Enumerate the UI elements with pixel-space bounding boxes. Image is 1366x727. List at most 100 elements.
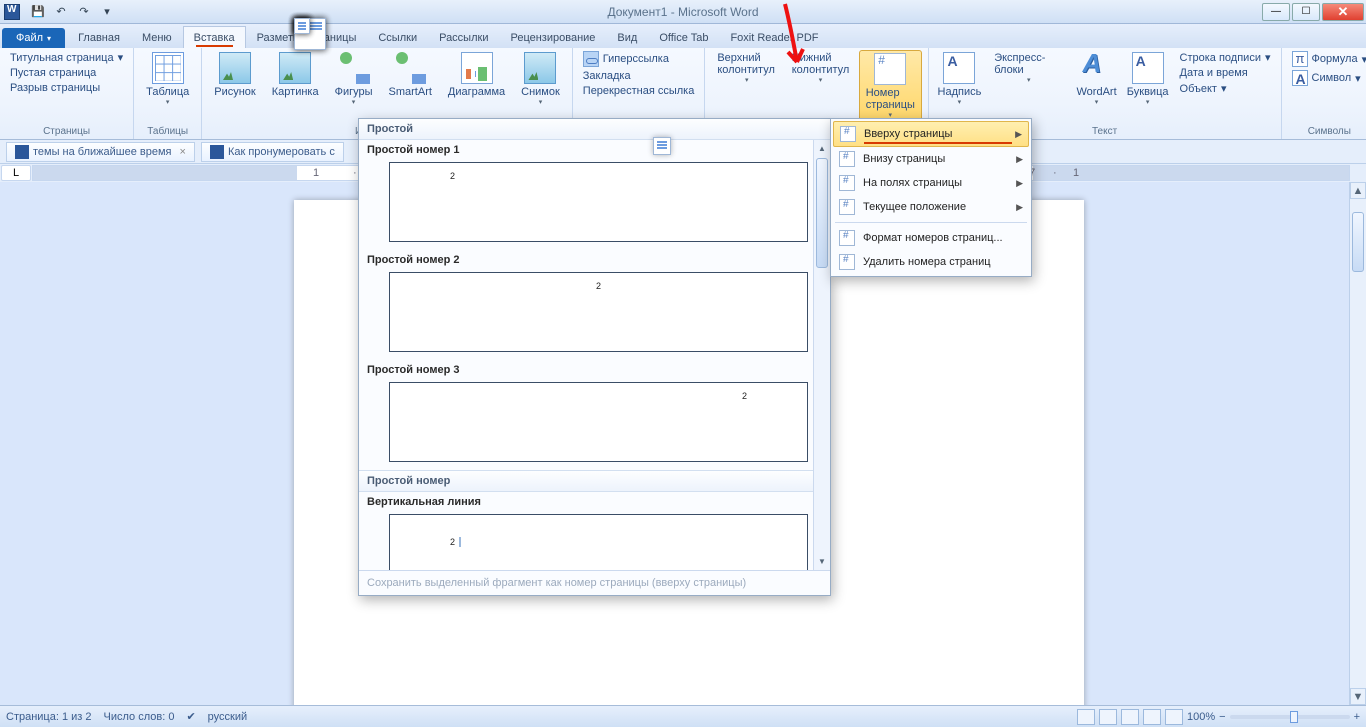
gallery-item-label: Простой номер 3 [359, 360, 830, 380]
equation-button[interactable]: Формула ▾ [1288, 50, 1366, 68]
group-pages-label: Страницы [6, 124, 127, 139]
hyperlink-button[interactable]: Гиперссылка [579, 50, 699, 68]
object-button[interactable]: Объект ▾ [1176, 81, 1275, 96]
clipart-button[interactable]: Картинка [266, 50, 325, 100]
picture-button[interactable]: Рисунок [208, 50, 262, 100]
tab-foxit[interactable]: Foxit Reader PDF [719, 26, 829, 48]
menu-top-of-page[interactable]: Вверху страницы▶ [833, 121, 1029, 147]
gallery-item-2[interactable]: 2 [389, 272, 808, 352]
datetime-button[interactable]: Дата и время [1176, 66, 1275, 80]
close-button[interactable]: ✕ [1322, 3, 1364, 21]
gallery-item-label: Вертикальная линия [359, 492, 830, 512]
tab-home[interactable]: Главная [67, 26, 131, 48]
view-print-layout-button[interactable] [1077, 709, 1095, 725]
scroll-up-icon[interactable]: ▲ [1350, 182, 1366, 199]
ruler-corner[interactable]: L [1, 165, 31, 181]
footer-button[interactable]: Нижний колонтитул [786, 50, 855, 86]
status-spellcheck-icon[interactable]: ✔ [186, 710, 195, 723]
scroll-down-icon[interactable]: ▼ [814, 553, 830, 570]
menu-format-page-numbers[interactable]: Формат номеров страниц... [833, 226, 1029, 250]
wordart-button[interactable]: WordArt [1073, 50, 1119, 108]
gallery-item-3[interactable]: 2 [389, 382, 808, 462]
format-icon [839, 230, 855, 246]
view-fullscreen-button[interactable] [1099, 709, 1117, 725]
status-language[interactable]: русский [208, 711, 247, 723]
gallery-item-4[interactable]: 2 [389, 514, 808, 570]
page-top-icon [840, 126, 856, 142]
zoom-in-button[interactable]: + [1354, 711, 1360, 723]
symbol-button[interactable]: Символ ▾ [1288, 69, 1366, 87]
gallery-category: Простой [359, 119, 830, 140]
status-words[interactable]: Число слов: 0 [104, 711, 175, 723]
tab-officetab[interactable]: Office Tab [648, 26, 719, 48]
quickparts-button[interactable]: Экспресс-блоки [988, 50, 1069, 86]
tab-file[interactable]: Файл [2, 28, 65, 48]
smartart-button[interactable]: SmartArt [383, 50, 438, 100]
scroll-up-icon[interactable]: ▲ [814, 140, 830, 157]
menu-bottom-of-page[interactable]: Внизу страницы▶ [833, 147, 1029, 171]
textbox-button[interactable]: Надпись [935, 50, 985, 108]
maximize-button[interactable]: ☐ [1292, 3, 1320, 21]
quick-access-toolbar: 💾 ↶ ↷ ▾ [28, 3, 117, 21]
gallery-category: Простой номер [359, 470, 830, 492]
signature-line-button[interactable]: Строка подписи ▾ [1176, 50, 1275, 65]
chevron-right-icon: ▶ [1015, 129, 1022, 140]
tab-mailings[interactable]: Рассылки [428, 26, 499, 48]
save-fragment-icon [653, 137, 671, 155]
chevron-right-icon: ▶ [1016, 202, 1023, 213]
group-symbols-label: Символы [1288, 124, 1366, 139]
gallery-item-1[interactable]: 2 [389, 162, 808, 242]
qat-customize-icon[interactable]: ▾ [97, 3, 117, 21]
current-pos-icon [839, 199, 855, 215]
save-icon[interactable]: 💾 [28, 3, 48, 21]
tab-menu[interactable]: Меню [131, 26, 183, 48]
status-page[interactable]: Страница: 1 из 2 [6, 711, 92, 723]
scroll-down-icon[interactable]: ▼ [1350, 688, 1366, 705]
bookmark-button[interactable]: Закладка [579, 69, 699, 83]
redo-icon[interactable]: ↷ [74, 3, 94, 21]
tab-insert[interactable]: Вставка [183, 26, 246, 48]
minimize-button[interactable]: — [1262, 3, 1290, 21]
page-number-button[interactable]: Номер страницы [859, 50, 922, 122]
status-zoom[interactable]: 100% [1187, 711, 1215, 723]
vertical-scrollbar[interactable]: ▲ ▼ [1349, 182, 1366, 705]
zoom-slider[interactable] [1230, 715, 1350, 719]
table-button[interactable]: Таблица [140, 50, 195, 108]
doc-tab-1[interactable]: темы на ближайшее время× [6, 142, 195, 162]
header-button[interactable]: Верхний колонтитул [711, 50, 782, 86]
doc-tab-2[interactable]: Как пронумеровать с [201, 142, 344, 162]
tab-view[interactable]: Вид [606, 26, 648, 48]
menu-page-margins[interactable]: На полях страницы▶ [833, 171, 1029, 195]
title-bar: 💾 ↶ ↷ ▾ Документ1 - Microsoft Word — ☐ ✕ [0, 0, 1366, 24]
view-outline-button[interactable] [1143, 709, 1161, 725]
view-web-button[interactable] [1121, 709, 1139, 725]
gallery-scrollbar[interactable]: ▲ ▼ [813, 140, 830, 570]
undo-icon[interactable]: ↶ [51, 3, 71, 21]
tab-references[interactable]: Ссылки [367, 26, 428, 48]
menu-remove-page-numbers[interactable]: Удалить номера страниц [833, 250, 1029, 274]
page-bottom-icon [839, 151, 855, 167]
scroll-thumb[interactable] [816, 158, 828, 268]
page-number-gallery: Простой Простой номер 1 2 Простой номер … [358, 118, 831, 596]
page-number-submenu: Вверху страницы▶ Внизу страницы▶ На поля… [830, 118, 1032, 277]
shapes-button[interactable]: Фигуры [329, 50, 379, 108]
ribbon-tabs: Файл Главная Меню Вставка Разметка стран… [0, 24, 1366, 48]
tab-review[interactable]: Рецензирование [499, 26, 606, 48]
cover-page-button[interactable]: Титульная страница ▾ [6, 50, 127, 65]
view-draft-button[interactable] [1165, 709, 1183, 725]
crossref-button[interactable]: Перекрестная ссылка [579, 84, 699, 98]
dropcap-button[interactable]: Буквица [1124, 50, 1172, 108]
chart-button[interactable]: Диаграмма [442, 50, 511, 100]
blank-page-button[interactable]: Пустая страница [6, 66, 127, 80]
screenshot-button[interactable]: Снимок [515, 50, 566, 108]
menu-separator [835, 222, 1027, 223]
zoom-handle[interactable] [1290, 711, 1298, 723]
close-icon[interactable]: × [180, 146, 186, 158]
remove-icon [839, 254, 855, 270]
chevron-right-icon: ▶ [1016, 178, 1023, 189]
scroll-thumb[interactable] [1352, 212, 1364, 272]
menu-current-position[interactable]: Текущее положение▶ [833, 195, 1029, 219]
zoom-out-button[interactable]: − [1219, 711, 1225, 723]
page-break-button[interactable]: Разрыв страницы [6, 81, 127, 95]
window-title: Документ1 - Microsoft Word [607, 5, 758, 19]
